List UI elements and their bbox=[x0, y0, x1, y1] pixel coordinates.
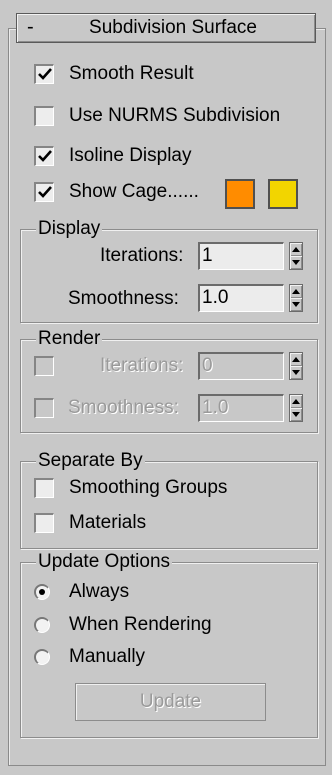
render-iterations-checkbox[interactable] bbox=[34, 356, 54, 376]
display-smoothness-field[interactable]: 1.0 bbox=[198, 284, 284, 312]
materials-checkbox[interactable] bbox=[34, 513, 54, 533]
spinner-up-icon[interactable] bbox=[292, 247, 300, 252]
render-smoothness-field[interactable]: 1.0 bbox=[198, 394, 284, 422]
display-group-title: Display bbox=[36, 218, 103, 239]
display-iterations-spinner[interactable] bbox=[289, 242, 303, 270]
materials-label[interactable]: Materials bbox=[69, 512, 146, 534]
display-smoothness-label: Smoothness: bbox=[68, 288, 179, 309]
cage-color-swatch-2[interactable] bbox=[268, 179, 298, 209]
update-options-group-title: Update Options bbox=[36, 551, 173, 572]
always-label[interactable]: Always bbox=[69, 581, 129, 603]
use-nurms-label[interactable]: Use NURMS Subdivision bbox=[69, 105, 280, 127]
rollout-title: Subdivision Surface bbox=[89, 17, 257, 38]
smooth-result-label[interactable]: Smooth Result bbox=[69, 63, 194, 85]
isoline-display-checkbox[interactable] bbox=[34, 146, 54, 166]
cage-color-swatch-1[interactable] bbox=[225, 179, 255, 209]
render-iterations-label: Iterations: bbox=[100, 355, 184, 376]
render-iterations-spinner[interactable] bbox=[289, 352, 303, 380]
show-cage-label[interactable]: Show Cage...... bbox=[69, 181, 199, 203]
display-iterations-label: Iterations: bbox=[100, 245, 184, 266]
update-button[interactable]: Update bbox=[75, 683, 266, 721]
always-radio[interactable] bbox=[34, 584, 50, 600]
spinner-up-icon[interactable] bbox=[292, 357, 300, 362]
separate-by-group bbox=[20, 461, 318, 549]
render-iterations-field[interactable]: 0 bbox=[198, 352, 284, 380]
separate-by-group-title: Separate By bbox=[36, 450, 145, 471]
smoothing-groups-checkbox[interactable] bbox=[34, 478, 54, 498]
rollout-header[interactable]: - Subdivision Surface bbox=[16, 13, 316, 43]
spinner-up-icon[interactable] bbox=[292, 289, 300, 294]
render-smoothness-spinner[interactable] bbox=[289, 394, 303, 422]
smoothing-groups-label[interactable]: Smoothing Groups bbox=[69, 477, 227, 499]
use-nurms-checkbox[interactable] bbox=[34, 106, 54, 126]
show-cage-checkbox[interactable] bbox=[34, 182, 54, 202]
spinner-up-icon[interactable] bbox=[292, 399, 300, 404]
when-rendering-label[interactable]: When Rendering bbox=[69, 614, 212, 636]
manually-label[interactable]: Manually bbox=[69, 646, 145, 668]
display-smoothness-spinner[interactable] bbox=[289, 284, 303, 312]
spinner-down-icon[interactable] bbox=[292, 302, 300, 307]
render-group-title: Render bbox=[36, 328, 103, 349]
render-smoothness-checkbox[interactable] bbox=[34, 398, 54, 418]
checkmark-icon bbox=[38, 150, 52, 162]
isoline-display-label[interactable]: Isoline Display bbox=[69, 145, 192, 167]
smooth-result-checkbox[interactable] bbox=[34, 64, 54, 84]
spinner-down-icon[interactable] bbox=[292, 260, 300, 265]
radio-selected-dot bbox=[39, 589, 45, 595]
spinner-down-icon[interactable] bbox=[292, 412, 300, 417]
render-smoothness-label: Smoothness: bbox=[68, 397, 179, 418]
display-iterations-field[interactable]: 1 bbox=[198, 242, 284, 270]
checkmark-icon bbox=[38, 186, 52, 198]
manually-radio[interactable] bbox=[34, 649, 50, 665]
when-rendering-radio[interactable] bbox=[34, 617, 50, 633]
spinner-down-icon[interactable] bbox=[292, 370, 300, 375]
checkmark-icon bbox=[38, 68, 52, 80]
